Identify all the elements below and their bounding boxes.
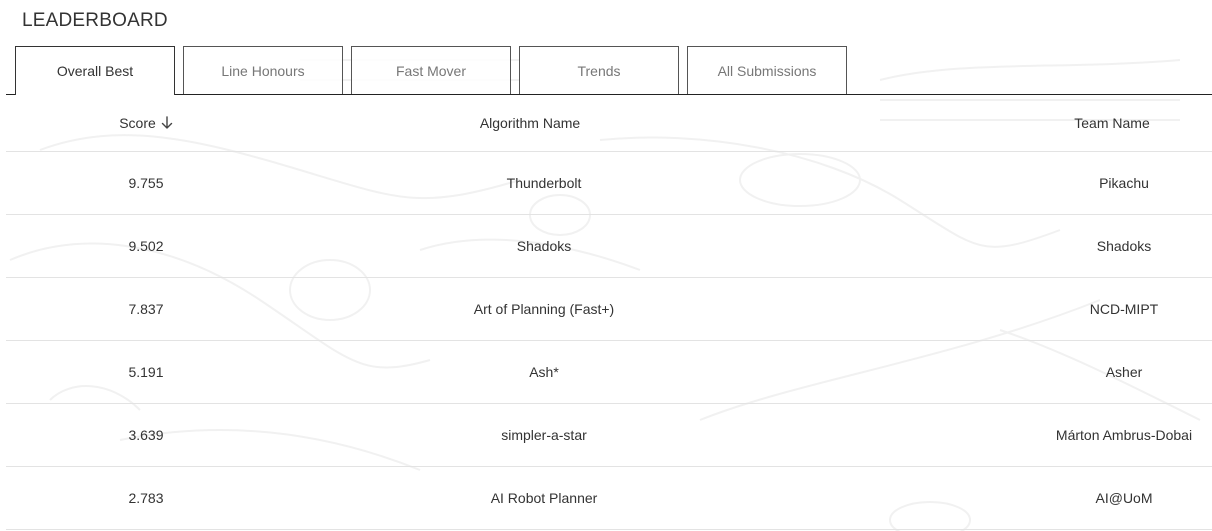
table-row[interactable]: 5.191 Ash* Asher xyxy=(6,341,1212,404)
team-cell: Shadoks xyxy=(1096,238,1152,254)
score-cell: 9.502 xyxy=(128,238,164,254)
table-row[interactable]: 7.837 Art of Planning (Fast+) NCD-MIPT xyxy=(6,278,1212,341)
tab-all-submissions[interactable]: All Submissions xyxy=(687,46,847,94)
tab-line-honours[interactable]: Line Honours xyxy=(183,46,343,94)
table-row[interactable]: 9.502 Shadoks Shadoks xyxy=(6,215,1212,278)
table-header-row: Score Algorithm Name Team Name xyxy=(6,94,1212,152)
table-row[interactable]: 9.755 Thunderbolt Pikachu xyxy=(6,152,1212,215)
page-title: LEADERBOARD xyxy=(22,10,168,31)
team-cell: AI@UoM xyxy=(1095,490,1153,506)
team-column-header[interactable]: Team Name xyxy=(1012,94,1212,151)
team-cell: Márton Ambrus-Dobai xyxy=(1055,427,1193,443)
score-cell: 3.639 xyxy=(128,427,164,443)
tab-trends[interactable]: Trends xyxy=(519,46,679,94)
team-cell: NCD-MIPT xyxy=(1089,301,1159,317)
score-column-header[interactable]: Score xyxy=(66,94,226,151)
algorithm-cell: Thunderbolt xyxy=(506,175,582,191)
table-row[interactable]: 2.783 AI Robot Planner AI@UoM xyxy=(6,467,1212,530)
score-cell: 2.783 xyxy=(128,490,164,506)
table-row[interactable]: 3.639 simpler-a-star Márton Ambrus-Dobai xyxy=(6,404,1212,467)
team-cell: Pikachu xyxy=(1099,175,1149,191)
score-cell: 9.755 xyxy=(128,175,164,191)
score-cell: 5.191 xyxy=(128,364,164,380)
arrow-down-icon[interactable] xyxy=(161,115,173,130)
leaderboard-table: Score Algorithm Name Team Name 9.755 Thu… xyxy=(6,94,1212,530)
score-cell: 7.837 xyxy=(128,301,164,317)
tab-fast-mover[interactable]: Fast Mover xyxy=(351,46,511,94)
algorithm-cell: Art of Planning (Fast+) xyxy=(473,301,615,317)
algorithm-cell: Shadoks xyxy=(516,238,572,254)
tab-overall-best[interactable]: Overall Best xyxy=(15,46,175,95)
score-header-label: Score xyxy=(119,114,156,131)
algorithm-column-header[interactable]: Algorithm Name xyxy=(380,94,680,151)
algorithm-cell: AI Robot Planner xyxy=(490,490,598,506)
algorithm-cell: Ash* xyxy=(529,364,559,380)
team-cell: Asher xyxy=(1105,364,1143,380)
algorithm-cell: simpler-a-star xyxy=(501,427,587,443)
leaderboard-tabs: Overall Best Line Honours Fast Mover Tre… xyxy=(6,46,1212,95)
